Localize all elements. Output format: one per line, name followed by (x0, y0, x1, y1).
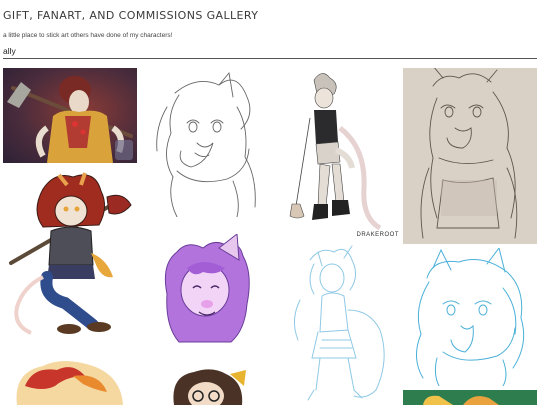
artwork-purple-headshot (157, 234, 253, 346)
gallery-tile-pencil-sketch[interactable] (403, 68, 537, 244)
gallery-tile-glasses-partial[interactable] (160, 366, 250, 405)
gallery-tile-shovel-standing[interactable]: DRAKEROOT (270, 68, 403, 240)
page-title: GIFT, FANART, AND COMMISSIONS GALLERY (3, 9, 259, 22)
page-subtitle: a little place to stick art others have … (3, 32, 173, 39)
filter-input[interactable] (3, 46, 537, 56)
gallery-tile-chibi-shovel[interactable] (3, 167, 137, 339)
artwork-shovel-painting (3, 68, 137, 163)
artwork-shovel-standing (270, 68, 403, 240)
artwork-chibi-shovel (3, 167, 137, 339)
gallery-tile-purple-headshot[interactable] (157, 234, 253, 346)
artwork-pencil-sketch (403, 68, 537, 244)
filter-row (3, 44, 537, 59)
gallery-tile-blue-sketch-fullbody[interactable] (270, 240, 403, 405)
artist-watermark: DRAKEROOT (356, 232, 399, 238)
gallery-header: GIFT, FANART, AND COMMISSIONS GALLERY a … (3, 6, 537, 59)
gallery-tile-blue-sketch-bust[interactable] (403, 248, 537, 386)
gallery-tile-shovel-painting[interactable] (3, 68, 137, 163)
artwork-green-partial (403, 390, 537, 405)
artwork-sketch-lineart (137, 67, 270, 217)
artwork-blue-sketch-fullbody (270, 240, 403, 405)
artwork-orange-partial (3, 356, 137, 405)
artwork-glasses-partial (160, 366, 250, 405)
gallery-tile-sketch-lineart[interactable] (137, 67, 270, 217)
gallery-page: GIFT, FANART, AND COMMISSIONS GALLERY a … (0, 0, 540, 405)
gallery-tile-orange-partial[interactable] (3, 356, 137, 405)
artwork-blue-sketch-bust (403, 248, 537, 386)
gallery-tile-green-partial[interactable] (403, 390, 537, 405)
